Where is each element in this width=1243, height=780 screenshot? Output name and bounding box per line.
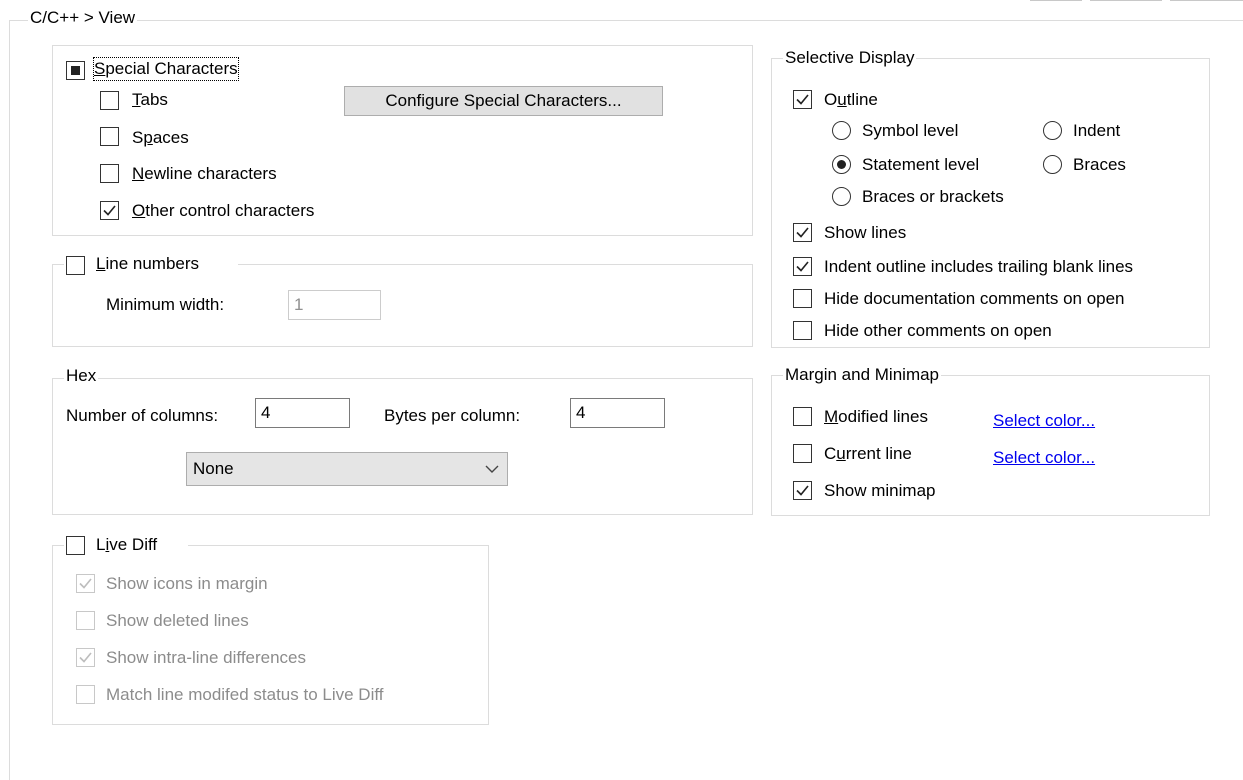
mnemonic-char: S [94, 59, 106, 78]
current-line-label[interactable]: Current line [824, 443, 912, 465]
braces-or-brackets-radio[interactable] [832, 187, 851, 206]
chevron-down-icon [485, 465, 499, 473]
mnemonic-char: N [132, 164, 145, 183]
trailing-blank-lines-label[interactable]: Indent outline includes trailing blank l… [824, 256, 1133, 278]
indent-label[interactable]: Indent [1073, 120, 1120, 142]
number-of-columns-input[interactable]: 4 [255, 398, 350, 428]
modified-lines-color-link[interactable]: Select color... [993, 410, 1095, 432]
spaces-checkbox[interactable] [100, 127, 119, 146]
symbol-level-radio[interactable] [832, 121, 851, 140]
outline-checkbox[interactable] [793, 90, 812, 109]
hex-view-value: None [193, 459, 234, 478]
hex-view-dropdown[interactable]: None [186, 452, 508, 486]
newline-label[interactable]: Newline characters [132, 163, 277, 185]
mnemonic-char: i [105, 535, 110, 554]
other-control-label[interactable]: Other control characters [132, 200, 314, 222]
modified-lines-checkbox[interactable] [793, 407, 812, 426]
match-line-status-label[interactable]: Match line modifed status to Live Diff [106, 684, 384, 706]
tabs-label[interactable]: Tabs [132, 89, 168, 111]
mnemonic-char: L [96, 254, 106, 273]
other-control-checkbox[interactable] [100, 201, 119, 220]
hide-doc-comments-checkbox[interactable] [793, 289, 812, 308]
number-of-columns-label: Number of columns: [66, 406, 219, 425]
checkmark-icon [79, 652, 92, 663]
checkmark-icon [79, 578, 92, 589]
toolbar-edge [1030, 0, 1082, 4]
toolbar-edge [1170, 0, 1243, 4]
selective-display-label: Selective Display [783, 48, 917, 68]
show-minimap-checkbox[interactable] [793, 481, 812, 500]
margin-minimap-label: Margin and Minimap [783, 365, 942, 385]
mnemonic-char: M [824, 407, 839, 426]
checkmark-icon [103, 205, 116, 216]
newline-checkbox[interactable] [100, 164, 119, 183]
statement-level-radio[interactable] [832, 155, 851, 174]
hide-other-comments-checkbox[interactable] [793, 321, 812, 340]
line-numbers-label[interactable]: Line numbers [96, 253, 199, 275]
mnemonic-char: O [132, 201, 146, 220]
minimum-width-input[interactable]: 1 [288, 290, 381, 320]
show-icons-margin-label[interactable]: Show icons in margin [106, 573, 268, 595]
modified-lines-label[interactable]: Modified lines [824, 406, 928, 428]
hide-doc-comments-label[interactable]: Hide documentation comments on open [824, 288, 1125, 310]
mnemonic-char: p [143, 128, 153, 147]
checkmark-icon [796, 227, 809, 238]
bytes-per-column-label: Bytes per column: [384, 406, 521, 425]
show-minimap-label[interactable]: Show minimap [824, 480, 936, 502]
configure-special-characters-button[interactable]: Configure Special Characters... [344, 86, 663, 116]
show-intra-line-label[interactable]: Show intra-line differences [106, 647, 306, 669]
show-deleted-lines-checkbox[interactable] [76, 611, 95, 630]
radio-selected-dot [837, 160, 846, 169]
checkmark-icon [796, 261, 809, 272]
show-deleted-lines-label[interactable]: Show deleted lines [106, 610, 249, 632]
outline-label[interactable]: Outline [824, 89, 878, 111]
match-line-status-checkbox[interactable] [76, 685, 95, 704]
show-lines-label[interactable]: Show lines [824, 222, 906, 244]
hide-other-comments-label[interactable]: Hide other comments on open [824, 320, 1052, 342]
toolbar-edge [1090, 0, 1162, 4]
page-title: C/C++ > View [28, 8, 138, 28]
line-numbers-checkbox[interactable] [66, 256, 85, 275]
indent-radio[interactable] [1043, 121, 1062, 140]
live-diff-checkbox[interactable] [66, 536, 85, 555]
indeterminate-mark-icon [71, 66, 80, 76]
mnemonic-char: T [132, 90, 141, 109]
braces-label[interactable]: Braces [1073, 154, 1126, 176]
minimum-width-label: Minimum width: [106, 295, 225, 314]
statement-level-label[interactable]: Statement level [862, 154, 979, 176]
current-line-color-link[interactable]: Select color... [993, 447, 1095, 469]
mnemonic-char: u [836, 444, 846, 463]
show-intra-line-checkbox[interactable] [76, 648, 95, 667]
live-diff-label[interactable]: Live Diff [96, 534, 157, 556]
checkmark-icon [796, 94, 809, 105]
braces-or-brackets-label[interactable]: Braces or brackets [862, 186, 1004, 208]
checkmark-icon [796, 485, 809, 496]
special-characters-checkbox[interactable] [66, 61, 85, 81]
show-icons-margin-checkbox[interactable] [76, 574, 95, 593]
special-characters-label[interactable]: Special Characters [93, 57, 239, 81]
tabs-checkbox[interactable] [100, 91, 119, 110]
braces-radio[interactable] [1043, 155, 1062, 174]
spaces-label[interactable]: Spaces [132, 127, 189, 149]
trailing-blank-lines-checkbox[interactable] [793, 257, 812, 276]
hex-group-label: Hex [64, 366, 99, 386]
show-lines-checkbox[interactable] [793, 223, 812, 242]
mnemonic-char: u [837, 90, 847, 109]
symbol-level-label[interactable]: Symbol level [862, 120, 958, 142]
bytes-per-column-input[interactable]: 4 [570, 398, 665, 428]
special-characters-header[interactable] [64, 58, 87, 82]
current-line-checkbox[interactable] [793, 444, 812, 463]
